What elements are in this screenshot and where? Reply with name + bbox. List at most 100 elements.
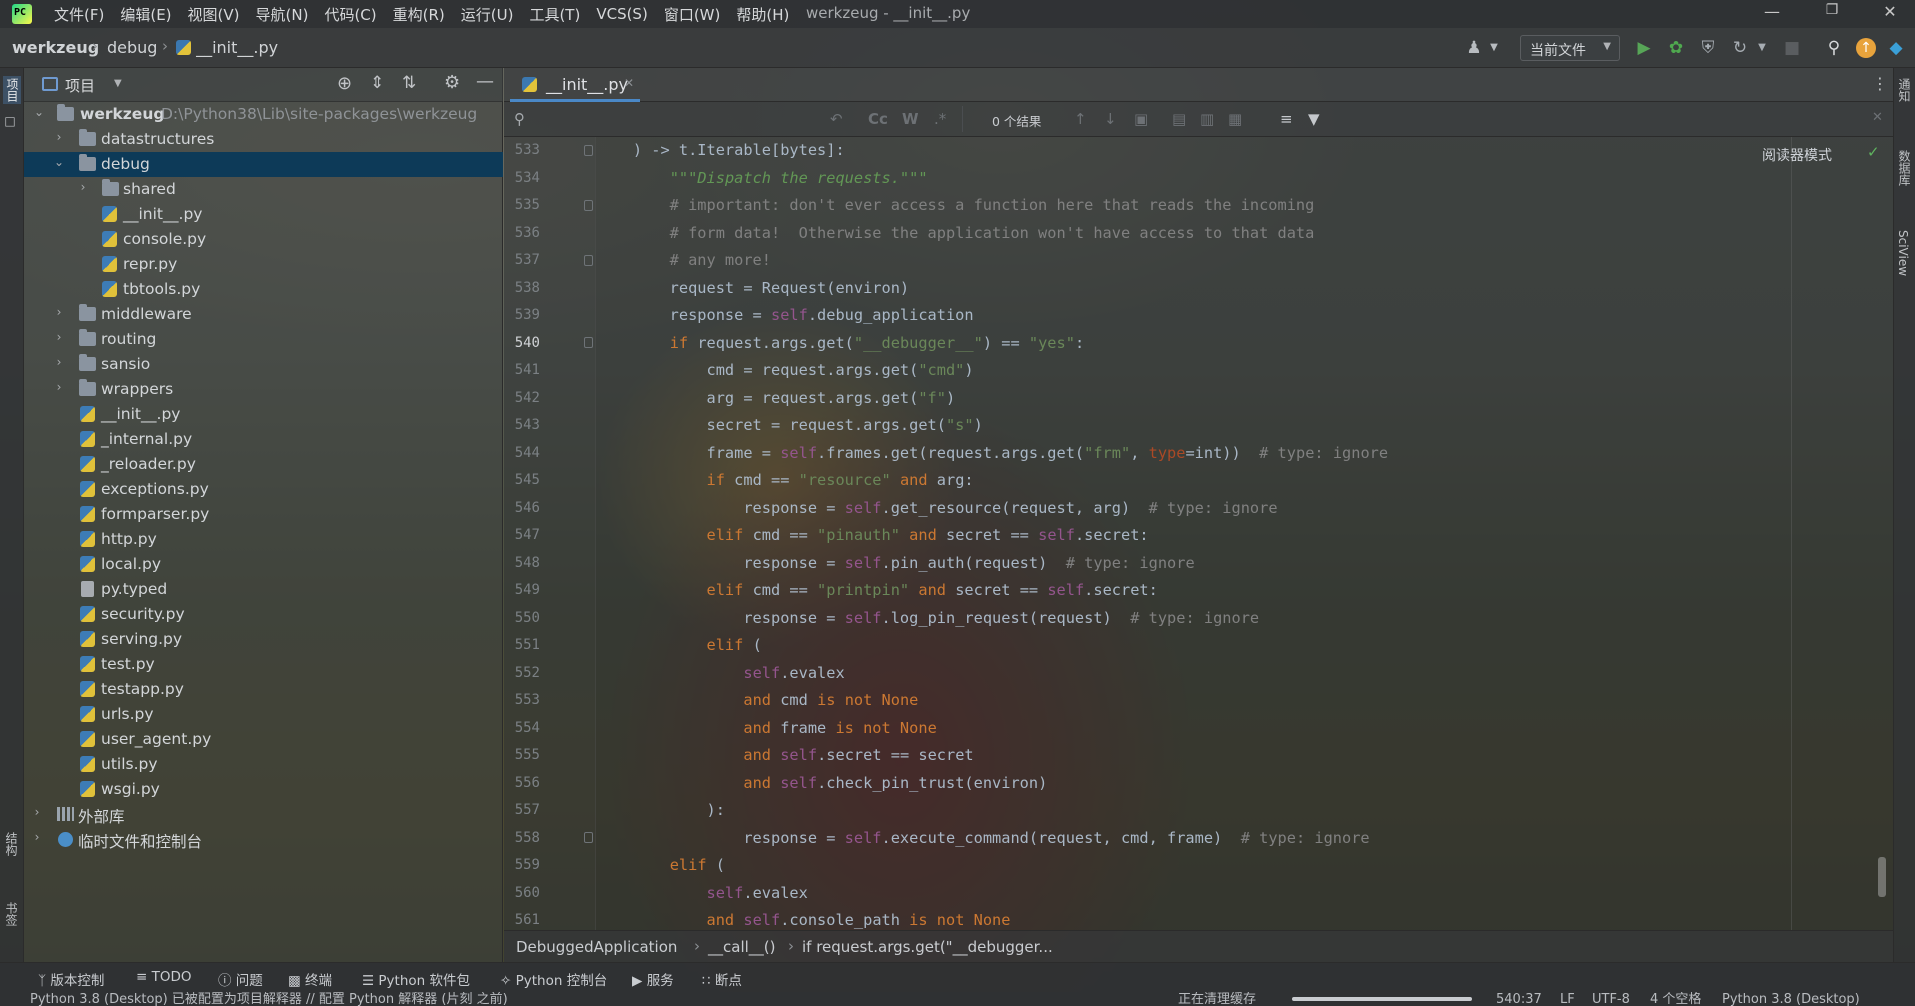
tree-item-reloader[interactable]: _reloader.py <box>24 452 503 477</box>
packages-tool-button[interactable]: ☰ Python 软件包 <box>362 969 470 989</box>
tree-item-routing[interactable]: › routing <box>24 327 503 352</box>
caret-position[interactable]: 540:37 <box>1496 992 1542 1006</box>
tree-item-testapp[interactable]: testapp.py <box>24 677 503 702</box>
chevron-right-icon[interactable]: › <box>30 830 44 844</box>
tree-item-datastructures[interactable]: › datastructures <box>24 127 503 152</box>
terminal-tool-button[interactable]: ▩ 终端 <box>288 969 332 989</box>
tree-item-scratches[interactable]: › 临时文件和控制台 <box>24 827 503 852</box>
breadcrumb-statement[interactable]: if request.args.get("__debugger... <box>802 938 1053 956</box>
chevron-right-icon[interactable]: › <box>52 380 66 394</box>
background-task[interactable]: 正在清理缓存 <box>1178 992 1256 1006</box>
chevron-right-icon[interactable]: › <box>52 355 66 369</box>
structure-tool-tab[interactable]: 结构 <box>3 832 20 856</box>
chevron-down-icon[interactable]: ▼ <box>1752 38 1772 58</box>
todo-tool-button[interactable]: ≡ TODO <box>136 969 192 985</box>
vcs-tool-button[interactable]: ᛉ 版本控制 <box>38 969 104 989</box>
chevron-down-icon[interactable]: ▼ <box>1484 38 1504 58</box>
tree-item-shared[interactable]: › shared <box>24 177 503 202</box>
breadcrumb-class[interactable]: DebuggedApplication <box>516 938 677 956</box>
tree-item-py-typed[interactable]: py.typed <box>24 577 503 602</box>
stop-icon[interactable]: ■ <box>1782 38 1802 58</box>
tree-item-console[interactable]: console.py <box>24 227 503 252</box>
more-tabs-icon[interactable]: ⋮ <box>1872 74 1888 93</box>
select-all-occurrences-icon[interactable]: ▣ <box>1134 110 1148 128</box>
tree-item-serving[interactable]: serving.py <box>24 627 503 652</box>
database-tool-tab[interactable]: 数据库 <box>1896 150 1913 186</box>
run-icon[interactable]: ▶ <box>1634 38 1654 58</box>
tree-item-repr[interactable]: repr.py <box>24 252 503 277</box>
fold-marker-icon[interactable] <box>584 337 593 348</box>
search-icon[interactable]: ⚲ <box>1824 38 1844 58</box>
coverage-icon[interactable]: ⛨ <box>1698 38 1718 58</box>
fold-marker-icon[interactable] <box>584 200 593 211</box>
minimize-icon[interactable]: — <box>1752 2 1792 26</box>
tree-item-sansio[interactable]: › sansio <box>24 352 503 377</box>
tree-item-external-libs[interactable]: › 外部库 <box>24 802 503 827</box>
tree-item-user-agent[interactable]: user_agent.py <box>24 727 503 752</box>
breadcrumb-debug[interactable]: debug <box>107 38 157 57</box>
chevron-down-icon[interactable]: ⌄ <box>52 155 66 169</box>
chevron-down-icon[interactable]: ⌄ <box>32 105 46 119</box>
search-icon[interactable]: ⚲ <box>514 110 525 128</box>
services-tool-button[interactable]: ▶ 服务 <box>632 969 674 989</box>
breakpoints-tool-button[interactable]: ∷ 断点 <box>702 969 742 989</box>
tree-item-exceptions[interactable]: exceptions.py <box>24 477 503 502</box>
status-message[interactable]: Python 3.8 (Desktop) 已被配置为项目解释器 // 配置 Py… <box>30 992 508 1006</box>
menu-help[interactable]: 帮助(H) <box>728 4 797 25</box>
collapse-all-icon[interactable]: ⇅ <box>402 73 416 93</box>
next-occurrence-icon[interactable]: ↓ <box>1104 110 1117 128</box>
python-console-tool-button[interactable]: ✧ Python 控制台 <box>500 969 607 989</box>
indent-setting[interactable]: 4 个空格 <box>1650 992 1701 1006</box>
whole-words-toggle[interactable]: W <box>902 110 919 128</box>
tree-item-internal[interactable]: _internal.py <box>24 427 503 452</box>
breadcrumb-project[interactable]: werkzeug <box>12 38 99 57</box>
debug-icon[interactable]: ✿ <box>1666 38 1686 58</box>
breadcrumb-method[interactable]: __call__() <box>708 938 775 956</box>
profile-icon[interactable]: ↻ <box>1730 38 1750 58</box>
update-icon[interactable]: ↑ <box>1856 38 1876 58</box>
remove-occurrence-icon[interactable]: ▥ <box>1200 110 1214 128</box>
sciview-tool-tab[interactable]: SciView <box>1896 230 1910 276</box>
restore-icon[interactable]: ❐ <box>1812 2 1852 26</box>
tree-item-urls[interactable]: urls.py <box>24 702 503 727</box>
reader-mode-toggle[interactable]: 阅读器模式 <box>1762 145 1832 165</box>
add-occurrence-icon[interactable]: ▤ <box>1172 110 1186 128</box>
tree-item-http[interactable]: http.py <box>24 527 503 552</box>
tree-item-init[interactable]: __init__.py <box>24 402 503 427</box>
filter-options-icon[interactable]: ≡ <box>1280 110 1293 128</box>
tree-item-wsgi[interactable]: wsgi.py <box>24 777 503 802</box>
project-tool-tab[interactable]: 项目 <box>3 76 21 104</box>
regex-toggle[interactable]: .* <box>934 110 946 128</box>
match-case-toggle[interactable]: Cc <box>868 110 888 128</box>
tree-root-werkzeug[interactable]: ⌄ werkzeug D:\Python38\Lib\site-packages\w… <box>24 102 503 127</box>
tree-item-debug[interactable]: ⌄ debug <box>24 152 503 177</box>
file-encoding[interactable]: UTF-8 <box>1592 992 1630 1006</box>
expand-all-icon[interactable]: ⇕ <box>370 73 384 93</box>
python-interpreter[interactable]: Python 3.8 (Desktop) <box>1722 992 1860 1006</box>
hide-panel-icon[interactable]: — <box>476 71 494 92</box>
close-tab-icon[interactable]: ✕ <box>624 76 634 90</box>
menu-window[interactable]: 窗口(W) <box>656 4 729 25</box>
vertical-scrollbar[interactable] <box>1878 857 1886 897</box>
chevron-right-icon[interactable]: › <box>76 180 90 194</box>
chevron-right-icon[interactable]: › <box>30 805 44 819</box>
user-icon[interactable]: ♟ <box>1464 38 1484 58</box>
tree-item-test[interactable]: test.py <box>24 652 503 677</box>
plugin-icon[interactable]: ◆ <box>1886 38 1906 58</box>
regex-history-icon[interactable]: ↶ <box>830 110 843 128</box>
tree-item-tbtools[interactable]: tbtools.py <box>24 277 503 302</box>
problems-tool-button[interactable]: ⓘ 问题 <box>218 969 263 989</box>
select-all-icon[interactable]: ▦ <box>1228 110 1242 128</box>
menu-navigate[interactable]: 导航(N) <box>248 4 317 25</box>
tree-item-debug-init[interactable]: __init__.py <box>24 202 503 227</box>
fold-marker-icon[interactable] <box>584 255 593 266</box>
chevron-right-icon[interactable]: › <box>52 330 66 344</box>
chevron-right-icon[interactable]: › <box>52 305 66 319</box>
tree-item-formparser[interactable]: formparser.py <box>24 502 503 527</box>
menu-run[interactable]: 运行(U) <box>453 4 522 25</box>
find-input[interactable] <box>538 107 778 131</box>
run-config-select[interactable]: 当前文件 ▼ <box>1520 35 1620 61</box>
gear-icon[interactable]: ⚙ <box>444 72 460 93</box>
fold-marker-icon[interactable] <box>584 145 593 156</box>
tree-item-security[interactable]: security.py <box>24 602 503 627</box>
